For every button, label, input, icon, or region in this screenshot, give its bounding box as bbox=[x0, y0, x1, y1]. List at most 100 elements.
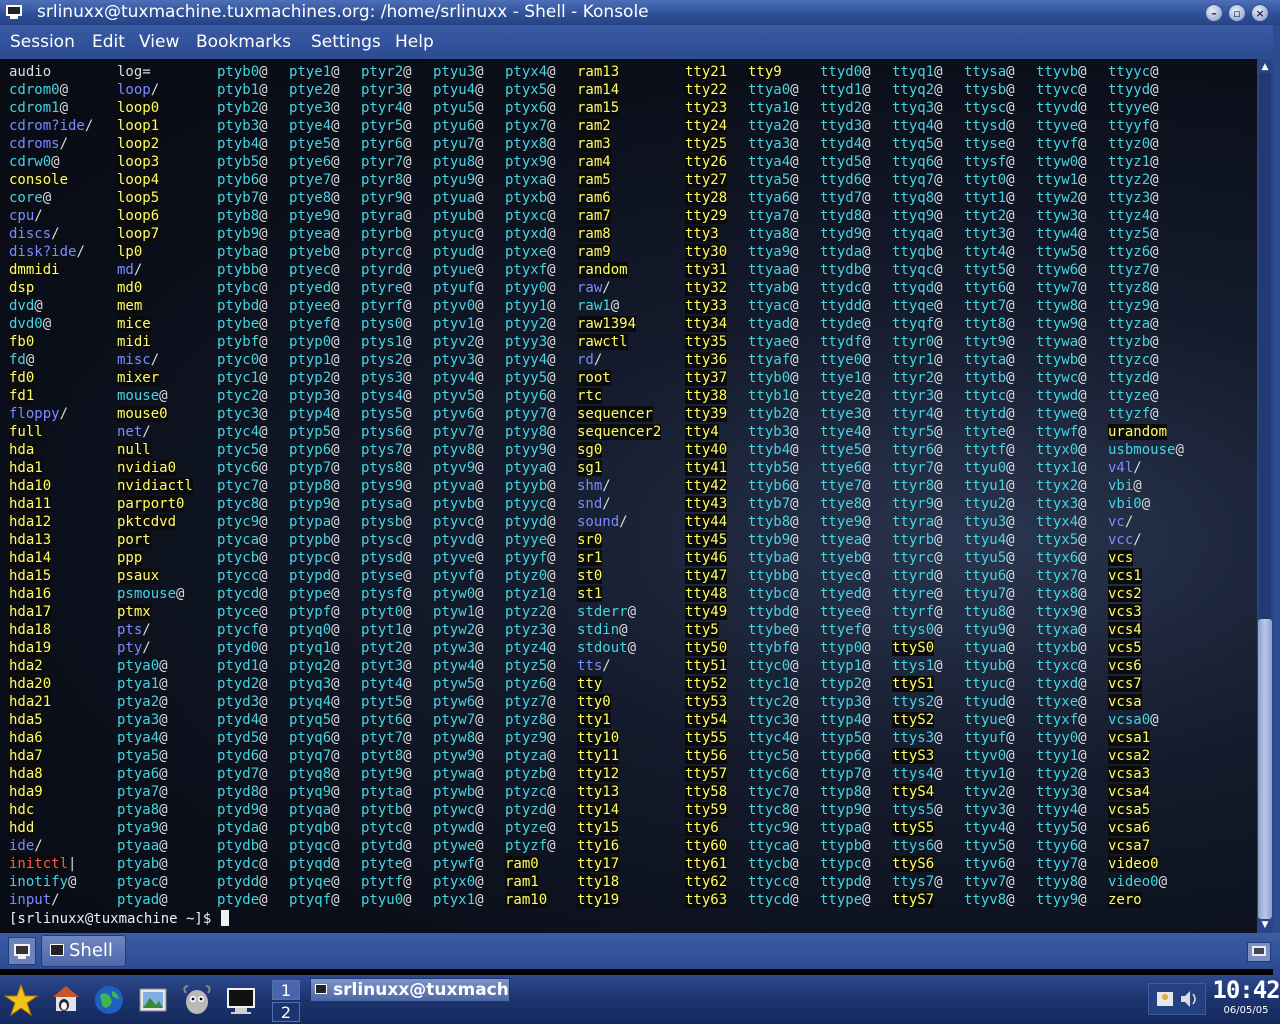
entry-name: ptywb bbox=[433, 784, 476, 800]
listing-entry: ptyy4@ bbox=[505, 352, 556, 368]
terminal-output[interactable]: [srlinuxx@tuxmachine ~]$ audio cdrom0@ cdr… bbox=[0, 59, 1257, 933]
listing-entry: ptyv3@ bbox=[433, 352, 484, 368]
listing-entry: ptyz6@ bbox=[505, 676, 556, 692]
listing-entry: ptyw1@ bbox=[433, 604, 484, 620]
listing-entry: ttyd7@ bbox=[820, 190, 871, 206]
entry-name: ttyx3 bbox=[1036, 496, 1079, 512]
listing-entry: rtc bbox=[577, 387, 661, 405]
entry-name: ptyb8 bbox=[217, 208, 260, 224]
scroll-down-icon[interactable]: ▼ bbox=[1259, 919, 1271, 931]
listing-entry: ttyt2@ bbox=[964, 208, 1015, 224]
menu-session[interactable]: Session bbox=[10, 32, 75, 52]
entry-name: ttyd5 bbox=[820, 154, 863, 170]
launcher-browser[interactable] bbox=[90, 981, 128, 1019]
listing-entry: ptyw4@ bbox=[433, 658, 484, 674]
listing-entry: ptyw5@ bbox=[433, 676, 484, 692]
listing-entry: loop/ bbox=[117, 82, 160, 98]
listing-entry: random bbox=[577, 261, 661, 279]
listing-entry: tty22 bbox=[685, 81, 728, 99]
listing-entry: ptya1@ bbox=[117, 676, 168, 692]
listing-entry: ptye1@ bbox=[289, 64, 340, 80]
listing-entry: ram2 bbox=[577, 117, 661, 135]
launcher-home[interactable] bbox=[46, 981, 84, 1019]
listing-entry: ttysb@ bbox=[964, 82, 1015, 98]
minimize-button[interactable]: – bbox=[1205, 4, 1223, 22]
tab-label: Shell bbox=[69, 940, 113, 961]
menu-view[interactable]: View bbox=[139, 32, 179, 52]
menu-settings[interactable]: Settings bbox=[311, 32, 381, 52]
shell-prompt[interactable]: [srlinuxx@tuxmachine ~]$ bbox=[9, 910, 229, 928]
scroll-up-icon[interactable]: ▲ bbox=[1259, 61, 1271, 73]
entry-name: ttyw0 bbox=[1036, 154, 1079, 170]
entry-name: ptyt7 bbox=[361, 730, 404, 746]
menu-edit[interactable]: Edit bbox=[92, 32, 125, 52]
launcher-gimp[interactable] bbox=[178, 981, 216, 1019]
entry-name: ttyd9 bbox=[820, 226, 863, 242]
menu-help[interactable]: Help bbox=[395, 32, 434, 52]
launcher-image-viewer[interactable] bbox=[134, 981, 172, 1019]
listing-entry: ptyq6@ bbox=[289, 730, 340, 746]
entry-name: ttya0 bbox=[748, 82, 791, 98]
listing-entry: ptysd@ bbox=[361, 550, 412, 566]
listing-entry: ptysc@ bbox=[361, 532, 412, 548]
pager-desktop-1[interactable]: 1 bbox=[272, 980, 300, 1000]
listing-entry: ptytd@ bbox=[361, 838, 412, 854]
window-titlebar[interactable]: srlinuxx@tuxmachine.tuxmachines.org: /ho… bbox=[0, 0, 1280, 25]
terminal-scrollbar[interactable]: ▲ ▼ bbox=[1257, 59, 1273, 933]
entry-name: tty48 bbox=[685, 586, 728, 602]
entry-name: ttyb0 bbox=[748, 370, 791, 386]
close-session-button[interactable] bbox=[1247, 942, 1271, 962]
entry-name: ttyc2 bbox=[748, 694, 791, 710]
entry-name: ptyx4 bbox=[505, 64, 548, 80]
listing-entry: ptyx5@ bbox=[505, 82, 556, 98]
listing-entry: ptya5@ bbox=[117, 748, 168, 764]
network-icon[interactable] bbox=[1157, 992, 1173, 1006]
listing-entry: ttyra@ bbox=[892, 514, 943, 530]
entry-name: ptyw8 bbox=[433, 730, 476, 746]
pager-desktop-2[interactable]: 2 bbox=[272, 1002, 300, 1022]
entry-name: ptywc bbox=[433, 802, 476, 818]
taskbar-konsole[interactable]: srlinuxx@tuxmach bbox=[310, 978, 510, 1002]
listing-entry: ptyt6@ bbox=[361, 712, 412, 728]
listing-entry: ptyr6@ bbox=[361, 136, 412, 152]
panel-clock[interactable]: 10:42 06/05/05 bbox=[1212, 975, 1280, 1024]
konsole-app-icon[interactable] bbox=[5, 4, 23, 20]
maximize-button[interactable]: ▫ bbox=[1228, 4, 1246, 22]
entry-name: ttyde bbox=[820, 316, 863, 332]
entry-name: tty21 bbox=[685, 64, 728, 80]
volume-icon[interactable] bbox=[1181, 991, 1196, 1007]
listing-entry: ttyye@ bbox=[1108, 100, 1159, 116]
scrollbar-thumb[interactable] bbox=[1258, 619, 1272, 919]
close-session-icon bbox=[1252, 946, 1266, 956]
entry-name: ttyu8 bbox=[964, 604, 1007, 620]
kmenu-button[interactable] bbox=[2, 981, 40, 1019]
listing-entry: ptyb8@ bbox=[217, 208, 268, 224]
entry-name: ttyv6 bbox=[964, 856, 1007, 872]
new-session-button[interactable] bbox=[8, 937, 36, 965]
listing-entry: ptyqf@ bbox=[289, 892, 340, 908]
entry-name: ttyue bbox=[964, 712, 1007, 728]
listing-entry: tty5 bbox=[685, 621, 727, 639]
entry-name: ptya8 bbox=[117, 802, 160, 818]
listing-entry: ttyqd@ bbox=[892, 280, 943, 296]
entry-name: ptyz5 bbox=[505, 658, 548, 674]
listing-entry: psaux bbox=[117, 567, 193, 585]
entry-name: tty27 bbox=[685, 172, 728, 188]
tab-shell[interactable]: Shell bbox=[41, 935, 126, 967]
listing-entry: ptyzb@ bbox=[505, 766, 556, 782]
listing-entry: ttyxb@ bbox=[1036, 640, 1087, 656]
listing-entry: root bbox=[577, 369, 661, 387]
listing-entry: ptyvb@ bbox=[433, 496, 484, 512]
entry-name: tty41 bbox=[685, 460, 728, 476]
launcher-terminal[interactable] bbox=[222, 981, 260, 1019]
listing-entry: ptyv9@ bbox=[433, 460, 484, 476]
entry-name: ptycc bbox=[217, 568, 260, 584]
entry-name: ttyd1 bbox=[820, 82, 863, 98]
listing-entry: ptyyf@ bbox=[505, 550, 556, 566]
menu-bookmarks[interactable]: Bookmarks bbox=[196, 32, 291, 52]
entry-name: rtc bbox=[577, 388, 603, 404]
close-button[interactable]: × bbox=[1251, 4, 1269, 22]
entry-name: ttyd3 bbox=[820, 118, 863, 134]
close-icon: × bbox=[1255, 6, 1265, 20]
entry-name: ttyz2 bbox=[1108, 172, 1151, 188]
